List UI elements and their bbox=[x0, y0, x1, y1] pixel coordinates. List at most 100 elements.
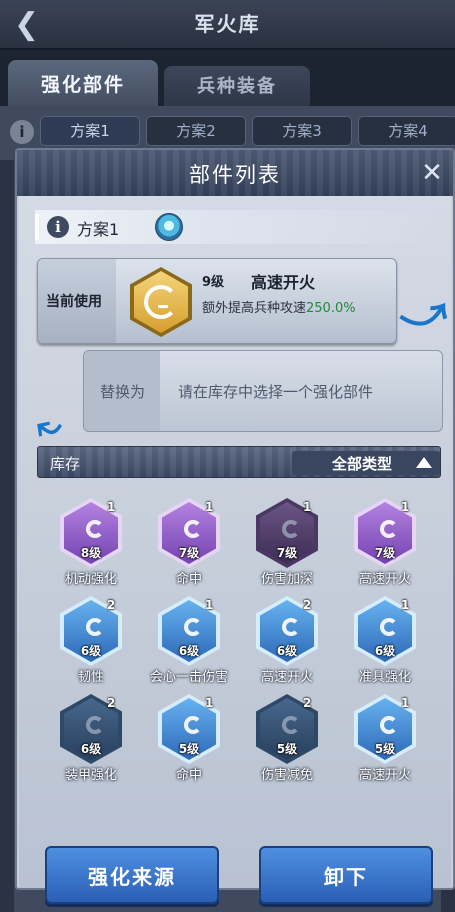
item-count: 1 bbox=[401, 696, 410, 710]
inventory-item[interactable]: 2 6级 装甲强化 bbox=[43, 692, 139, 788]
item-name: 韧性 bbox=[77, 670, 104, 685]
caret-up-icon bbox=[416, 457, 432, 468]
part-glyph-icon bbox=[184, 618, 202, 636]
item-level: 7级 bbox=[374, 546, 396, 560]
replace-hint: 请在库存中选择一个强化部件 bbox=[178, 383, 374, 401]
inventory-item[interactable]: 2 6级 高速开火 bbox=[239, 594, 335, 690]
part-glyph-icon bbox=[86, 520, 104, 538]
plan-tab-4[interactable]: 方案4 bbox=[358, 116, 455, 146]
inventory-item[interactable]: 1 5级 命中 bbox=[141, 692, 237, 788]
plan-tab-1[interactable]: 方案1 bbox=[40, 116, 140, 146]
item-count: 1 bbox=[303, 500, 312, 514]
item-count: 2 bbox=[303, 696, 312, 710]
inventory-item[interactable]: 1 8级 机动强化 bbox=[43, 496, 139, 592]
item-count: 2 bbox=[303, 598, 312, 612]
item-level: 6级 bbox=[374, 644, 396, 658]
item-name: 命中 bbox=[175, 572, 202, 587]
item-name: 高速开火 bbox=[358, 572, 411, 587]
inventory-item[interactable]: 1 7级 伤害加深 bbox=[239, 496, 335, 592]
current-part-name: 高速开火 bbox=[251, 273, 316, 292]
modal-header: 部件列表 ✕ bbox=[17, 150, 453, 196]
current-use-label: 当前使用 bbox=[46, 294, 102, 310]
hex-badge bbox=[134, 271, 188, 333]
desc-text: 额外提高兵种攻速 bbox=[202, 301, 307, 316]
inventory-item[interactable]: 1 7级 高速开火 bbox=[337, 496, 433, 592]
replace-slot[interactable]: 替换为 请在库存中选择一个强化部件 bbox=[83, 350, 443, 432]
inventory-bar: 库存 全部类型 bbox=[37, 446, 441, 478]
inventory-item[interactable]: 2 6级 韧性 bbox=[43, 594, 139, 690]
part-glyph-icon bbox=[380, 520, 398, 538]
main-tabs: 强化部件 兵种装备 bbox=[0, 58, 455, 108]
item-level: 6级 bbox=[178, 644, 200, 658]
item-count: 1 bbox=[401, 598, 410, 612]
modal-title: 部件列表 bbox=[189, 163, 281, 187]
item-level: 5级 bbox=[178, 742, 200, 756]
item-name: 机动强化 bbox=[64, 572, 117, 587]
item-name: 命中 bbox=[175, 768, 202, 783]
item-count: 1 bbox=[205, 598, 214, 612]
plan-tab-2[interactable]: 方案2 bbox=[146, 116, 246, 146]
inventory-grid: 1 8级 机动强化 1 7级 命中 1 7级 伤害加深 1 7级 高速开火 2 … bbox=[35, 496, 445, 790]
type-filter-label: 全部类型 bbox=[332, 455, 393, 473]
accent-bar bbox=[35, 214, 39, 240]
enhance-source-button[interactable]: 强化来源 bbox=[45, 846, 219, 904]
tab-unit-equipment[interactable]: 兵种装备 bbox=[164, 66, 310, 106]
inventory-item[interactable]: 1 6级 准具强化 bbox=[337, 594, 433, 690]
inventory-item[interactable]: 2 5级 伤害减免 bbox=[239, 692, 335, 788]
inventory-item[interactable]: 1 7级 命中 bbox=[141, 496, 237, 592]
plan-header: i 方案1 bbox=[35, 210, 439, 244]
part-glyph-icon bbox=[184, 520, 202, 538]
top-bar: ❮ 军火库 bbox=[0, 0, 455, 50]
plan-name: 方案1 bbox=[77, 220, 120, 239]
background-stripe bbox=[0, 160, 14, 912]
info-icon[interactable]: i bbox=[47, 216, 69, 238]
plan-tab-3[interactable]: 方案3 bbox=[252, 116, 352, 146]
desc-value: 250.0% bbox=[306, 301, 356, 316]
rapid-fire-icon bbox=[130, 267, 192, 337]
replace-label: 替换为 bbox=[100, 383, 146, 401]
item-level: 6级 bbox=[276, 644, 298, 658]
parts-list-modal: 部件列表 ✕ i 方案1 当前使用 9级 高速开火 额外提高兵种攻速250.0%… bbox=[15, 148, 455, 904]
item-count: 1 bbox=[107, 500, 116, 514]
swap-down-arrow-icon: ⤴ bbox=[395, 284, 455, 346]
current-part-card[interactable]: 当前使用 9级 高速开火 额外提高兵种攻速250.0% bbox=[37, 258, 397, 344]
item-level: 5级 bbox=[276, 742, 298, 756]
item-name: 准具强化 bbox=[358, 670, 411, 685]
plan-emblem-icon bbox=[155, 213, 183, 241]
item-level: 7级 bbox=[178, 546, 200, 560]
type-filter-dropdown[interactable]: 全部类型 bbox=[292, 451, 440, 475]
item-count: 1 bbox=[401, 500, 410, 514]
part-glyph-icon bbox=[86, 618, 104, 636]
item-name: 伤害加深 bbox=[260, 572, 313, 587]
part-glyph-icon bbox=[86, 716, 104, 734]
item-level: 6级 bbox=[80, 742, 102, 756]
part-glyph-icon bbox=[282, 520, 300, 538]
item-count: 1 bbox=[205, 696, 214, 710]
part-glyph-icon bbox=[380, 618, 398, 636]
replace-label-box: 替换为 bbox=[84, 351, 160, 431]
close-icon[interactable]: ✕ bbox=[417, 158, 447, 188]
inventory-label: 库存 bbox=[50, 455, 81, 473]
part-glyph-icon bbox=[282, 618, 300, 636]
current-part-desc: 额外提高兵种攻速250.0% bbox=[202, 297, 356, 316]
item-count: 1 bbox=[205, 500, 214, 514]
item-count: 2 bbox=[107, 598, 116, 612]
info-icon[interactable]: i bbox=[10, 120, 34, 144]
inventory-item[interactable]: 1 5级 高速开火 bbox=[337, 692, 433, 788]
current-part-level: 9级 bbox=[202, 275, 225, 290]
inventory-item[interactable]: 1 6级 会心一击伤害 bbox=[141, 594, 237, 690]
part-glyph-icon bbox=[380, 716, 398, 734]
item-level: 8级 bbox=[80, 546, 102, 560]
item-name: 会心一击伤害 bbox=[149, 670, 228, 685]
plan-tabs: i 方案1 方案2 方案3 方案4 bbox=[0, 116, 455, 148]
item-count: 2 bbox=[107, 696, 116, 710]
part-glyph-icon bbox=[282, 716, 300, 734]
page-title: 军火库 bbox=[194, 12, 261, 36]
item-name: 高速开火 bbox=[260, 670, 313, 685]
tab-enhance-parts[interactable]: 强化部件 bbox=[8, 60, 158, 106]
item-level: 6级 bbox=[80, 644, 102, 658]
item-name: 伤害减免 bbox=[260, 768, 313, 783]
unload-button[interactable]: 卸下 bbox=[259, 846, 433, 904]
item-name: 高速开火 bbox=[358, 768, 411, 783]
part-glyph-icon bbox=[184, 716, 202, 734]
